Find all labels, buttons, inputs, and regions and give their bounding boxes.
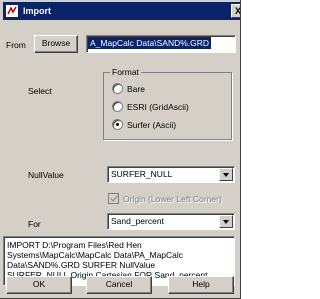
for-label: For <box>28 219 41 229</box>
for-select[interactable]: Sand_percent <box>107 213 235 230</box>
origin-checkbox-box[interactable] <box>108 193 119 204</box>
ok-button[interactable]: OK <box>6 276 72 294</box>
radio-surfer-label: Surfer (Ascii) <box>127 119 177 130</box>
radio-bare-label: Bare <box>127 83 145 94</box>
radio-esri-button[interactable] <box>112 101 123 112</box>
from-path-field[interactable]: A_MapCalc Data\SAND%.GRD <box>86 35 236 53</box>
import-dialog: Import X From Browse A_MapCalc Data\SAND… <box>0 0 241 299</box>
select-label: Select <box>28 86 52 96</box>
for-value: Sand_percent <box>111 216 164 226</box>
format-group-title: Format <box>110 67 141 77</box>
from-label: From <box>6 40 26 50</box>
nullvalue-label: NullValue <box>28 170 64 180</box>
origin-checkbox-label: Origin (Lower Left Corner) <box>123 193 222 204</box>
window-title: Import <box>23 6 51 16</box>
help-button[interactable]: Help <box>168 276 234 294</box>
cancel-button[interactable]: Cancel <box>86 276 152 294</box>
close-button[interactable]: X <box>231 4 240 18</box>
command-line: IMPORT D:\Program Files\Red Hen <box>7 240 142 250</box>
app-icon <box>5 4 19 18</box>
command-line: Systems\MapCalc\MapCalc Data\PA_MapCalc <box>7 250 184 260</box>
radio-surfer-button[interactable] <box>112 119 123 130</box>
format-group: Format Bare ESRI (GridAscii) Surfer (Asc… <box>103 67 232 140</box>
radio-bare[interactable]: Bare <box>112 83 145 94</box>
chevron-down-icon[interactable] <box>219 168 233 181</box>
radio-surfer[interactable]: Surfer (Ascii) <box>112 119 176 130</box>
command-line: Data\SAND%.GRD SURFER NullValue <box>7 260 156 270</box>
nullvalue-select[interactable]: SURFER_NULL <box>107 166 235 183</box>
title-bar[interactable]: Import X <box>3 2 240 20</box>
from-path-value: A_MapCalc Data\SAND%.GRD <box>88 37 212 49</box>
chevron-down-icon[interactable] <box>219 215 233 228</box>
nullvalue-value: SURFER_NULL <box>111 169 173 179</box>
origin-checkbox[interactable]: Origin (Lower Left Corner) <box>108 193 222 204</box>
radio-esri-label: ESRI (GridAscii) <box>127 101 189 112</box>
radio-esri[interactable]: ESRI (GridAscii) <box>112 101 189 112</box>
radio-bare-button[interactable] <box>112 83 123 94</box>
browse-button[interactable]: Browse <box>34 35 78 53</box>
